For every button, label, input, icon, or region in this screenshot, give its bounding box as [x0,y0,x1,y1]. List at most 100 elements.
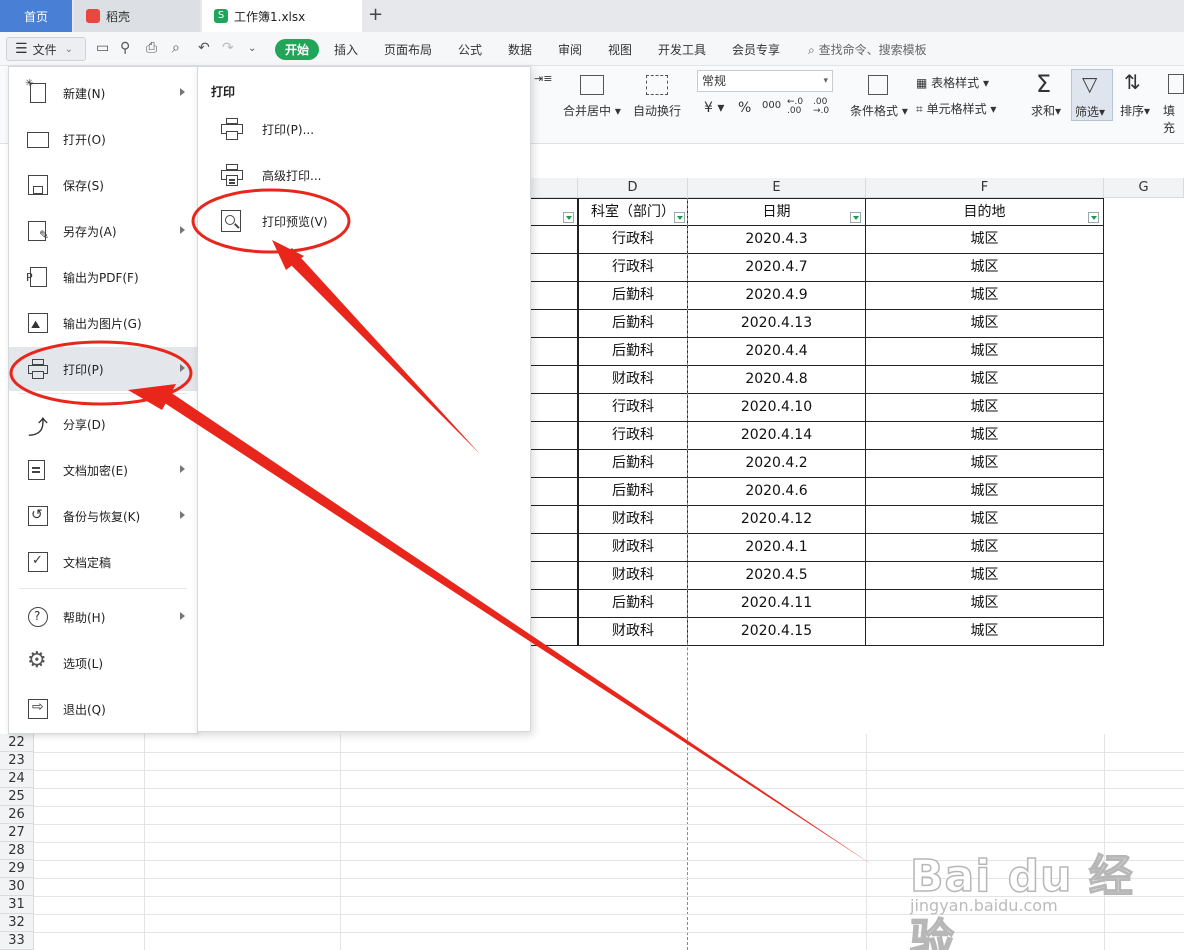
format-painter-icon[interactable]: ⚲ [120,40,130,56]
cell-department[interactable]: 财政科 [578,618,688,646]
cell-date[interactable]: 2020.4.13 [688,310,866,338]
cell-destination[interactable]: 城区 [866,478,1104,506]
menu-item-open[interactable]: 打开(O) [9,117,197,161]
cell-destination[interactable]: 城区 [866,422,1104,450]
row-header[interactable]: 23 [0,752,34,770]
sum-button[interactable]: 求和▾ [1031,102,1061,119]
cell-date[interactable]: 2020.4.2 [688,450,866,478]
conditional-format-button[interactable]: 条件格式 ▾ [850,102,908,119]
tab-workbook[interactable]: S 工作簿1.xlsx [202,0,362,32]
header-cell-date[interactable]: 日期 [688,198,866,226]
table-cell[interactable] [530,338,578,366]
filter-dropdown-icon[interactable] [674,212,685,223]
row-header[interactable]: 30 [0,878,34,896]
menu-item-export-pdf[interactable]: P 输出为PDF(F) [9,255,197,299]
auto-wrap-button[interactable]: 自动换行 [633,102,681,119]
cell-destination[interactable]: 城区 [866,534,1104,562]
filter-dropdown-icon[interactable] [1088,212,1099,223]
fill-button[interactable]: 填充 [1163,102,1184,136]
column-header-g[interactable]: G [1104,178,1184,198]
row-header[interactable]: 31 [0,896,34,914]
command-search[interactable]: ⌕ 查找命令、搜索模板 [808,41,927,58]
sum-icon[interactable]: Σ [1036,70,1051,98]
tab-developer[interactable]: 开发工具 [658,41,706,58]
cell-destination[interactable]: 城区 [866,590,1104,618]
menu-item-export-image[interactable]: ⛰ 输出为图片(G) [9,301,197,345]
submenu-item-print-preview[interactable]: 打印预览(V) [220,201,510,241]
cell-department[interactable]: 财政科 [578,366,688,394]
row-header[interactable]: 25 [0,788,34,806]
cell-destination[interactable]: 城区 [866,338,1104,366]
cell-destination[interactable]: 城区 [866,394,1104,422]
percent-button[interactable]: % [738,100,751,116]
table-cell[interactable] [530,422,578,450]
cell-date[interactable]: 2020.4.14 [688,422,866,450]
table-cell[interactable] [530,478,578,506]
submenu-item-advanced-print[interactable]: 高级打印... [220,155,510,195]
tab-data[interactable]: 数据 [508,41,532,58]
table-cell[interactable] [530,282,578,310]
cell-destination[interactable]: 城区 [866,506,1104,534]
menu-item-encrypt[interactable]: 文档加密(E) [9,448,197,492]
tab-insert[interactable]: 插入 [334,41,358,58]
cell-department[interactable]: 财政科 [578,562,688,590]
cell-date[interactable]: 2020.4.12 [688,506,866,534]
submenu-item-print[interactable]: 打印(P)... [220,109,510,149]
cell-department[interactable]: 后勤科 [578,478,688,506]
column-header-d[interactable]: D [578,178,688,198]
sort-button[interactable]: 排序▾ [1120,102,1150,119]
tab-home[interactable]: 首页 [0,0,72,32]
print-icon[interactable]: ⎙ [146,40,157,56]
filter-dropdown-icon[interactable] [563,212,574,223]
cell-date[interactable]: 2020.4.8 [688,366,866,394]
row-header[interactable]: 26 [0,806,34,824]
print-preview-icon[interactable]: ⌕ [172,40,180,56]
cell-department[interactable]: 行政科 [578,422,688,450]
auto-wrap-icon[interactable] [646,75,668,95]
cell-destination[interactable]: 城区 [866,282,1104,310]
quick-access-dropdown-icon[interactable]: ⌄ [248,43,256,54]
row-header[interactable]: 32 [0,914,34,932]
menu-item-save-as[interactable]: ✎ 另存为(A) [9,209,197,253]
undo-icon[interactable]: ↶ [198,40,210,56]
row-header[interactable]: 33 [0,932,34,950]
cell-destination[interactable]: 城区 [866,310,1104,338]
header-cell-c[interactable] [530,198,578,226]
header-cell-destination[interactable]: 目的地 [866,198,1104,226]
cell-department[interactable]: 后勤科 [578,450,688,478]
cell-date[interactable]: 2020.4.5 [688,562,866,590]
menu-item-save[interactable]: 保存(S) [9,163,197,207]
number-format-select[interactable]: 常规 ▾ [697,70,833,92]
table-cell[interactable] [530,310,578,338]
row-header[interactable]: 27 [0,824,34,842]
cell-department[interactable]: 行政科 [578,394,688,422]
currency-button[interactable]: ¥ ▾ [704,100,724,116]
menu-item-options[interactable]: ⚙ 选项(L) [9,641,197,685]
cell-destination[interactable]: 城区 [866,562,1104,590]
menu-item-backup[interactable]: ↺ 备份与恢复(K) [9,494,197,538]
filter-dropdown-icon[interactable] [850,212,861,223]
merge-center-icon[interactable] [580,75,604,95]
cell-department[interactable]: 行政科 [578,254,688,282]
sort-icon[interactable]: ⇅ [1124,70,1141,94]
cell-date[interactable]: 2020.4.10 [688,394,866,422]
tab-page-layout[interactable]: 页面布局 [384,41,432,58]
redo-icon[interactable]: ↷ [222,40,234,56]
menu-item-finalize[interactable]: ✓ 文档定稿 [9,540,197,584]
cell-department[interactable]: 后勤科 [578,338,688,366]
save-icon[interactable]: ▭ [96,40,109,56]
column-header-c[interactable] [530,178,578,198]
cell-department[interactable]: 后勤科 [578,282,688,310]
row-header[interactable]: 29 [0,860,34,878]
cell-style-button[interactable]: ⌗ 单元格样式 ▾ [916,100,996,117]
cell-date[interactable]: 2020.4.1 [688,534,866,562]
table-cell[interactable] [530,618,578,646]
row-header[interactable]: 28 [0,842,34,860]
table-cell[interactable] [530,590,578,618]
tab-review[interactable]: 审阅 [558,41,582,58]
align-icon[interactable]: ⇥≡ [534,72,552,85]
cell-destination[interactable]: 城区 [866,226,1104,254]
menu-item-new[interactable]: ✳ 新建(N) [9,71,197,115]
new-tab-plus-icon[interactable]: + [368,4,383,25]
table-cell[interactable] [530,226,578,254]
